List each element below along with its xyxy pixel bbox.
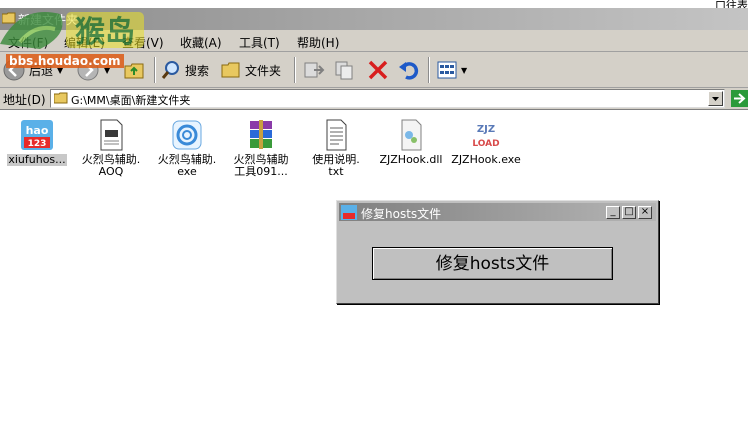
hao-icon-text-bottom: 123	[28, 139, 47, 149]
zjz-icon-text-bottom: LOAD	[472, 139, 499, 149]
hao-icon-text-top: hao	[26, 124, 49, 137]
close-button[interactable]: ×	[638, 206, 652, 219]
file-item[interactable]: 火烈鸟辅助. AOQ	[73, 118, 149, 178]
dialog-titlebar[interactable]: 修复hosts文件 _ □ ×	[339, 203, 656, 221]
address-dropdown-button[interactable]	[708, 91, 723, 106]
file-item[interactable]: 使用说明. txt	[298, 118, 374, 178]
toolbar-separator	[294, 57, 296, 83]
file-name: ZJZHook.exe	[451, 153, 521, 166]
folders-label: 文件夹	[245, 63, 282, 78]
watermark-site-text: 猴岛	[75, 15, 135, 50]
folders-button[interactable]: 文件夹	[220, 55, 281, 85]
folders-icon	[221, 62, 240, 78]
screen: 口往表首 新建文件夹 文件(F) 编辑(E) 查看(V) 收藏(A) 工具(T)…	[0, 0, 748, 445]
file-item[interactable]: 火烈鸟辅助. exe	[149, 118, 225, 178]
search-icon	[161, 61, 179, 79]
copy-to-icon	[335, 61, 353, 80]
dialog-title: 修复hosts文件	[361, 207, 442, 221]
search-button[interactable]: 搜索	[160, 55, 209, 85]
file-name: 火烈鸟辅助. AOQ	[81, 153, 141, 178]
search-label: 搜索	[185, 63, 210, 78]
file-name: 火烈鸟辅助. exe	[157, 153, 217, 178]
hosts-repair-dialog: 修复hosts文件 _ □ × 修复hosts文件	[336, 200, 659, 304]
watermark-mascot-icon: 猴岛	[0, 12, 144, 50]
file-name: 火烈鸟辅助 工具091...	[233, 153, 289, 178]
maximize-button[interactable]: □	[622, 206, 636, 219]
menu-help[interactable]: 帮助(H)	[297, 34, 339, 51]
hao123-icon	[341, 205, 357, 220]
go-arrow-icon[interactable]	[731, 90, 748, 107]
text-file-icon	[326, 119, 347, 151]
zjz-icon-text-top: ZJZ	[477, 124, 495, 135]
address-input[interactable]: G:\MM\桌面\新建文件夹	[50, 89, 725, 108]
repair-hosts-button[interactable]: 修复hosts文件	[372, 247, 613, 280]
chevron-down-icon	[712, 97, 719, 101]
file-name: ZJZHook.dll	[379, 153, 443, 166]
hao123-icon: hao 123	[21, 120, 53, 150]
minimize-button[interactable]: _	[606, 206, 620, 219]
watermark-logo: 猴岛 bbs.houdao.com	[0, 4, 155, 74]
zjz-load-icon: ZJZ LOAD	[472, 124, 499, 149]
copy-to-button[interactable]	[333, 55, 357, 85]
file-name: xiufuhos...	[7, 153, 67, 166]
folder-icon	[54, 92, 68, 104]
views-button[interactable]: ▼	[435, 55, 467, 85]
menu-tools[interactable]: 工具(T)	[239, 34, 280, 51]
menu-favorites[interactable]: 收藏(A)	[180, 34, 222, 51]
swirl-app-icon	[172, 120, 202, 150]
undo-button[interactable]	[397, 55, 421, 85]
file-item[interactable]: 火烈鸟辅助 工具091...	[223, 118, 299, 178]
address-bar: 地址(D) G:\MM\桌面\新建文件夹	[0, 88, 748, 110]
winrar-archive-icon	[250, 120, 272, 149]
file-name: 使用说明. txt	[312, 153, 360, 178]
address-path: G:\MM\桌面\新建文件夹	[71, 94, 191, 107]
file-item[interactable]: ZJZHook.dll	[373, 118, 449, 166]
address-label: 地址(D)	[3, 93, 46, 107]
undo-icon	[399, 62, 419, 80]
file-item[interactable]: ZJZ LOAD ZJZHook.exe	[448, 118, 524, 166]
delete-button[interactable]	[366, 55, 390, 85]
toolbar-separator	[428, 57, 430, 83]
views-grid-icon	[437, 61, 457, 79]
document-icon	[100, 119, 123, 151]
watermark-url: bbs.houdao.com	[6, 54, 124, 68]
dll-file-icon	[401, 119, 422, 151]
delete-x-icon	[368, 60, 388, 80]
file-item[interactable]: hao 123 xiufuhos...	[0, 118, 75, 166]
move-to-icon	[304, 62, 325, 78]
chevron-down-icon: ▼	[461, 65, 468, 75]
move-to-button[interactable]	[302, 55, 326, 85]
